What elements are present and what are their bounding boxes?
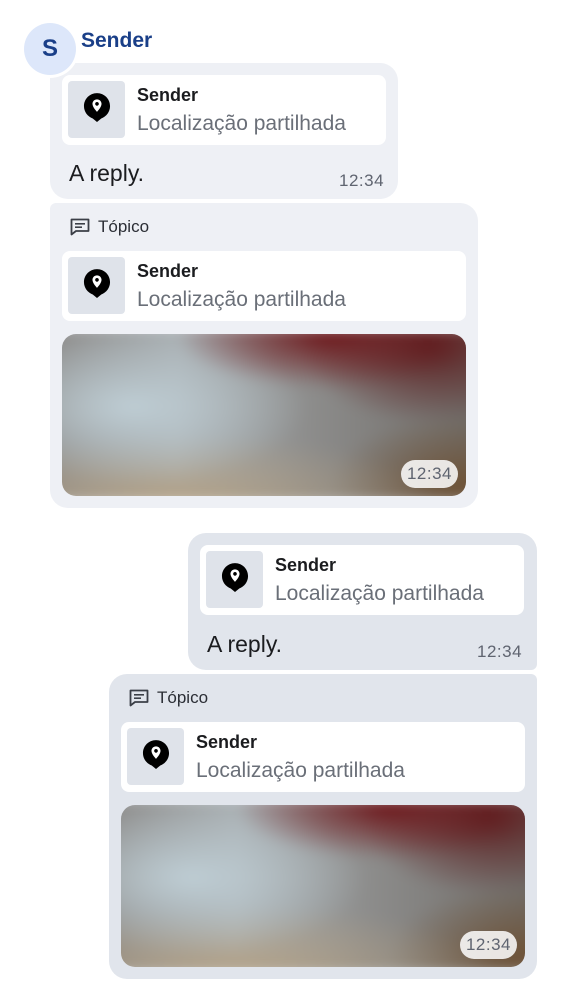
location-thumbnail	[127, 728, 184, 785]
quote-sender: Sender	[275, 555, 337, 575]
message-bubble[interactable]: Tópico Sender Localização partilhada 12:…	[50, 203, 478, 508]
thread-indicator[interactable]: Tópico	[128, 688, 208, 708]
thread-icon	[69, 217, 91, 237]
quote-sender: Sender	[196, 732, 258, 752]
quote-sender: Sender	[137, 261, 199, 281]
sender-name[interactable]: Sender	[81, 28, 152, 54]
quote-text: Localização partilhada	[137, 288, 346, 311]
thread-label: Tópico	[157, 688, 209, 707]
thread-icon	[128, 688, 150, 708]
location-pin-icon	[139, 737, 173, 776]
quote-text: Localização partilhada	[137, 112, 346, 135]
message-text: A reply.	[207, 631, 282, 657]
message-timestamp: 12:34	[400, 460, 458, 488]
media-image[interactable]: 12:34	[121, 805, 525, 967]
thread-indicator[interactable]: Tópico	[69, 217, 149, 237]
quote-text: Localização partilhada	[275, 582, 484, 605]
message-timestamp: 12:34	[459, 931, 517, 959]
location-pin-icon	[80, 90, 114, 129]
avatar[interactable]: S	[24, 23, 76, 75]
message-text: A reply.	[69, 160, 144, 186]
location-thumbnail	[206, 551, 263, 608]
reply-quote[interactable]: Sender Localização partilhada	[200, 545, 524, 615]
message-bubble[interactable]: Sender Localização partilhada A reply. 1…	[188, 533, 537, 670]
reply-quote[interactable]: Sender Localização partilhada	[62, 251, 466, 321]
reply-quote[interactable]: Sender Localização partilhada	[62, 75, 386, 145]
reply-quote[interactable]: Sender Localização partilhada	[121, 722, 525, 792]
quote-sender: Sender	[137, 85, 199, 105]
message-bubble[interactable]: Tópico Sender Localização partilhada 12:…	[109, 674, 537, 979]
thread-label: Tópico	[98, 217, 150, 236]
message-timestamp: 12:34	[339, 171, 385, 190]
location-thumbnail	[68, 81, 125, 138]
media-image[interactable]: 12:34	[62, 334, 466, 496]
location-pin-icon	[80, 266, 114, 305]
message-bubble[interactable]: Sender Localização partilhada A reply. 1…	[50, 63, 398, 199]
quote-text: Localização partilhada	[196, 759, 405, 782]
avatar-letter: S	[41, 35, 58, 62]
location-thumbnail	[68, 257, 125, 314]
message-timestamp: 12:34	[477, 642, 523, 661]
location-pin-icon	[218, 560, 252, 599]
